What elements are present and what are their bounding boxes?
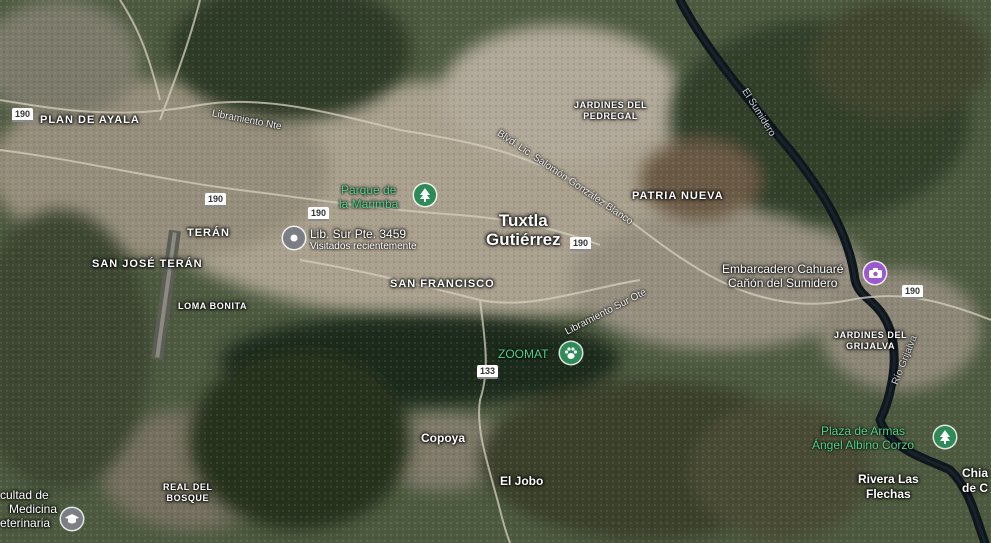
city-name-line1: Tuxtla: [498, 211, 548, 230]
district-jardines-grijalva-line2: GRIJALVA: [846, 341, 896, 351]
district-jardines-pedregal-line2: PEDREGAL: [583, 111, 639, 121]
poi-lib-sur-pte-subtitle: Visitados recientemente: [310, 241, 417, 252]
place-rivera-line1: Rivera Las: [858, 472, 919, 486]
city-label[interactable]: Tuxtla Gutiérrez: [486, 211, 561, 249]
poi-facultad-line2: Medicina: [9, 502, 58, 516]
poi-facultad-line1: cultad de: [0, 488, 49, 502]
school-icon[interactable]: [61, 508, 83, 530]
district-plan-de-ayala: PLAN DE AYALA: [40, 114, 140, 126]
satellite-map[interactable]: PLAN DE AYALA TERÁN SAN JOSÉ TERÁN LOMA …: [0, 0, 991, 543]
highway-shield-190: 190: [570, 237, 592, 251]
district-teran: TERÁN: [187, 227, 230, 239]
highway-shield-190: 190: [308, 207, 330, 221]
highway-shield-133: 133: [477, 365, 499, 379]
highway-shield-190: 190: [12, 108, 34, 122]
place-rivera-las-flechas[interactable]: Rivera Las Flechas: [858, 472, 919, 502]
district-real-del-bosque-line2: BOSQUE: [166, 493, 210, 503]
district-jardines-grijalva-line1: JARDINES DEL: [834, 330, 908, 340]
poi-lib-sur-pte-label[interactable]: Lib. Sur Pte. 3459 Visitados recientemen…: [310, 227, 417, 252]
poi-embarcadero-line2: Cañón del Sumidero: [728, 276, 838, 290]
district-patria-nueva: PATRIA NUEVA: [632, 190, 724, 202]
poi-plaza-armas-line1: Plaza de Armas: [821, 424, 906, 438]
poi-facultad-line3: eterinaria: [0, 516, 51, 530]
poi-parque-marimba-line1: Parque de: [340, 183, 397, 197]
place-chia-line1: Chia: [962, 466, 989, 480]
place-chia[interactable]: Chia de C: [962, 466, 988, 496]
district-real-del-bosque-line1: REAL DEL: [163, 482, 213, 492]
district-jardines-pedregal-line1: JARDINES DEL: [574, 100, 648, 110]
poi-parque-marimba-label[interactable]: Parque de la Marimba: [339, 183, 398, 211]
district-san-jose-teran: SAN JOSÉ TERÁN: [92, 258, 203, 270]
camera-icon[interactable]: [864, 262, 886, 284]
place-el-jobo[interactable]: El Jobo: [500, 474, 543, 488]
poi-embarcadero-line1: Embarcadero Cahuaré: [722, 262, 844, 276]
location-pin-icon[interactable]: [283, 227, 305, 249]
poi-zoomat-label[interactable]: ZOOMAT: [498, 347, 548, 361]
district-real-del-bosque: REAL DEL BOSQUE: [163, 482, 213, 504]
poi-embarcadero-label[interactable]: Embarcadero Cahuaré Cañón del Sumidero: [722, 262, 843, 290]
place-copoya[interactable]: Copoya: [421, 431, 465, 445]
highway-shield-190: 190: [902, 285, 924, 299]
district-jardines-grijalva: JARDINES DEL GRIJALVA: [834, 330, 907, 352]
district-jardines-pedregal: JARDINES DEL PEDREGAL: [574, 100, 647, 122]
poi-plaza-armas-line2: Ángel Albino Corzo: [812, 438, 915, 452]
poi-lib-sur-pte-title: Lib. Sur Pte. 3459: [310, 227, 407, 241]
tree-icon[interactable]: [414, 184, 436, 206]
poi-parque-marimba-line2: la Marimba: [339, 197, 399, 211]
district-loma-bonita: LOMA BONITA: [178, 301, 248, 311]
city-name-line2: Gutiérrez: [486, 230, 561, 249]
tree-icon[interactable]: [934, 426, 956, 448]
highway-shield-190: 190: [205, 193, 227, 207]
district-san-francisco: SAN FRANCISCO: [390, 278, 495, 290]
paw-icon[interactable]: [560, 342, 582, 364]
place-rivera-line2: Flechas: [866, 487, 911, 501]
poi-facultad-label[interactable]: cultad de Medicina eterinaria: [0, 488, 57, 530]
poi-plaza-armas-label[interactable]: Plaza de Armas Ángel Albino Corzo: [812, 424, 914, 452]
place-chia-line2: de C: [962, 481, 989, 495]
